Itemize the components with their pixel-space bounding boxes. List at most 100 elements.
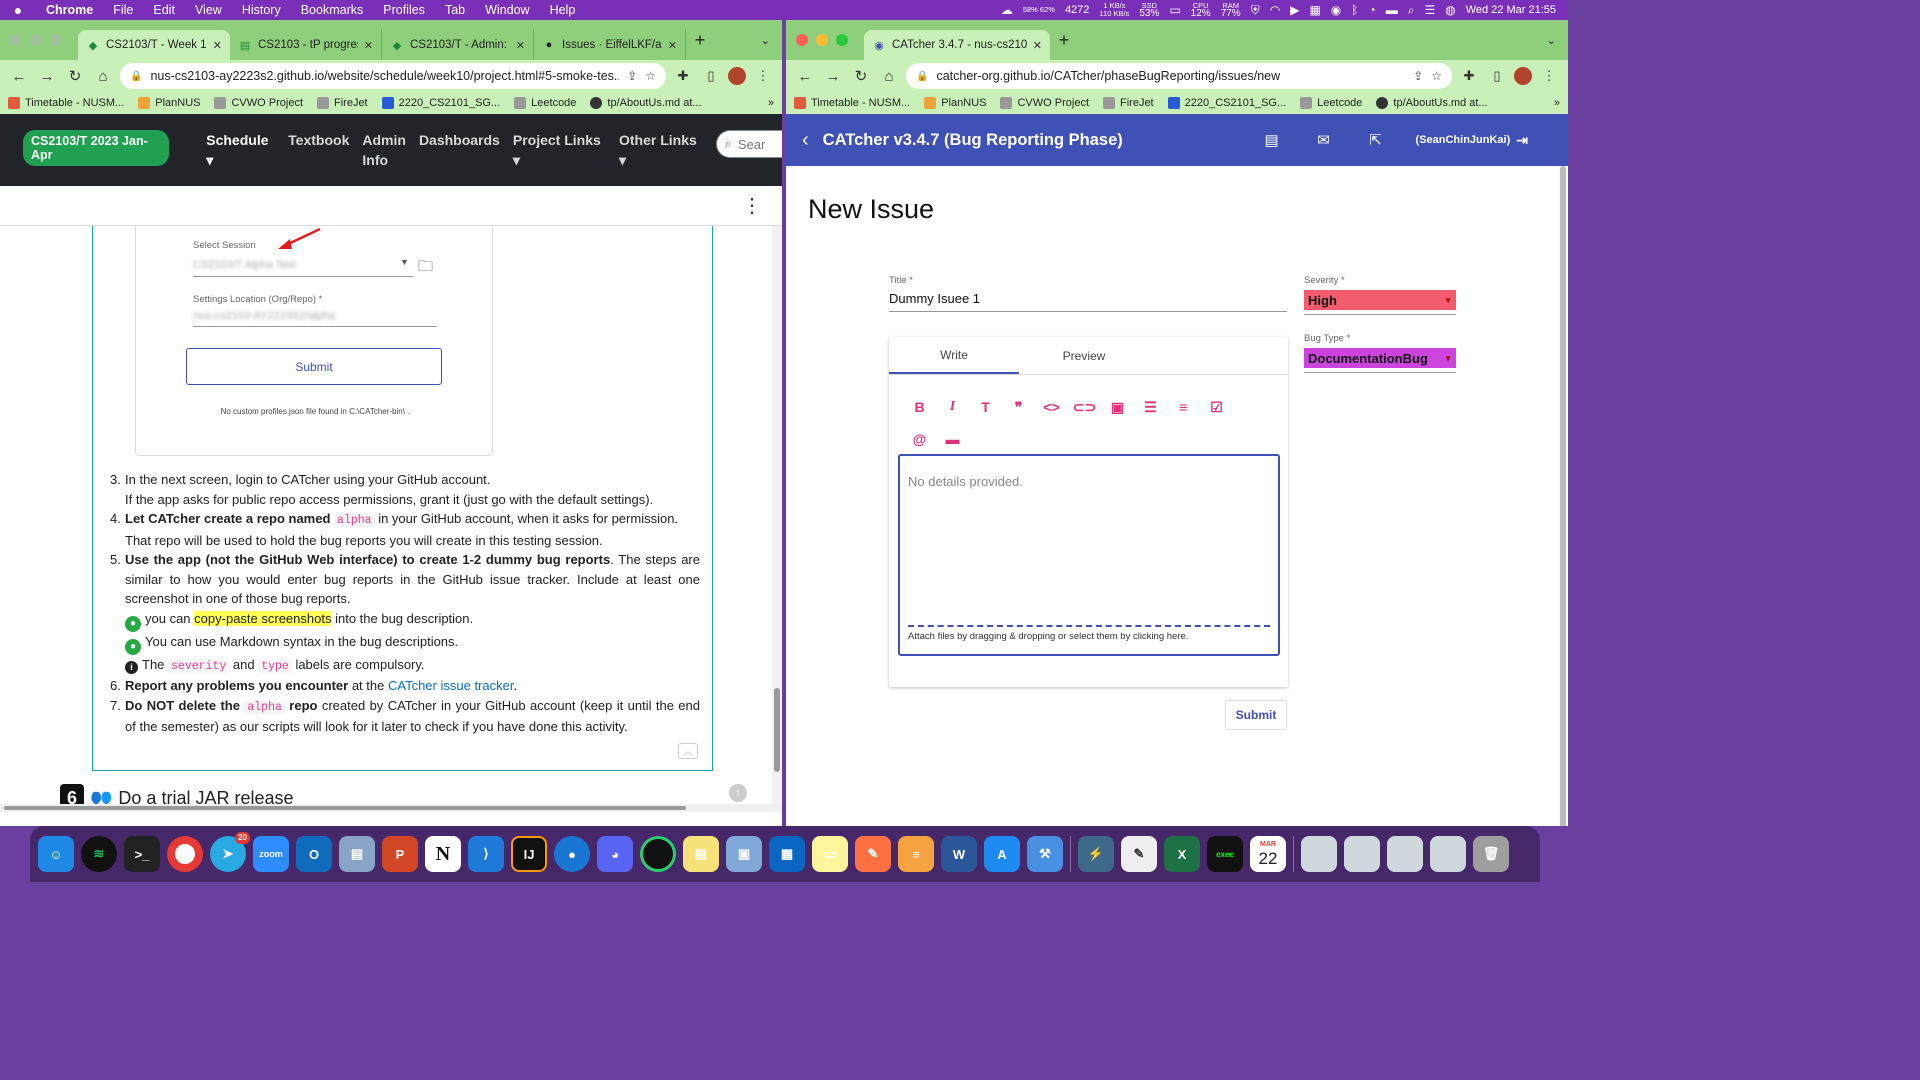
logout-user-button[interactable]: (SeanChinJunKai) ⇥ [1416,132,1528,149]
cpu-stat[interactable]: CPU 12% [1191,2,1211,19]
shield-icon[interactable]: ⛨ [1251,3,1260,18]
minimized-window-icon[interactable] [1301,836,1337,872]
home-icon[interactable]: ⌂ [92,68,114,85]
excel-icon[interactable]: X [1164,836,1200,872]
wifi-icon[interactable]: ◔ [1368,3,1375,17]
bluetooth-icon[interactable]: ᛒ [1351,3,1358,17]
address-bar[interactable]: 🔒 catcher-org.github.io/CATcher/phaseBug… [906,63,1452,89]
menu-bookmarks[interactable]: Bookmarks [291,3,374,17]
chevron-down-icon[interactable]: ⌄ [761,34,782,47]
back-arrow-icon[interactable]: ← [8,68,30,85]
zoom-icon[interactable]: zoom [253,836,289,872]
minimized-window-icon[interactable] [1430,836,1466,872]
tab-issues[interactable]: ● Issues · EiffelLKF/alp ✕ [534,30,686,60]
close-window-button[interactable] [10,34,22,46]
more-menu-icon[interactable]: ⋮ [1538,68,1560,84]
search-icon[interactable]: ⌕ [1408,3,1415,18]
site-badge[interactable]: CS2103/T 2023 Jan-Apr [23,130,170,166]
folder-icon[interactable]: 🗀 [418,256,433,281]
bookmark-item[interactable]: 2220_CS2101_SG... [1167,97,1286,109]
session-submit-button[interactable]: Submit [186,348,442,385]
discord-icon[interactable]: ◕ [597,836,633,872]
bookmark-item[interactable]: FireJet [317,97,368,109]
dropdown-arrow-icon[interactable]: ▼ [400,257,409,267]
open-external-icon[interactable]: ⇱ [1366,130,1386,150]
bookmarks-overflow-icon[interactable]: » [768,97,774,109]
apple-menu-icon[interactable]: ● [0,2,36,18]
reload-icon[interactable]: ↻ [64,67,86,85]
vertical-scrollbar[interactable] [1558,166,1568,826]
play-icon[interactable]: ▶ [1290,3,1299,17]
sidebar-icon[interactable]: ▯ [1486,68,1508,84]
menu-chrome[interactable]: Chrome [36,3,103,17]
share-icon[interactable]: ⇪ [1413,69,1423,83]
close-tab-icon[interactable]: ✕ [213,39,222,52]
profile-avatar[interactable] [1514,67,1532,85]
vertical-scrollbar[interactable] [772,226,782,812]
saved-reply-icon[interactable]: ▬ [936,423,969,455]
close-tab-icon[interactable]: ✕ [668,39,677,52]
description-textarea[interactable]: No details provided. Attach files by dra… [898,454,1280,656]
minimize-window-button[interactable] [816,34,828,46]
kebab-icon[interactable]: ⋮ [742,193,762,218]
calendar-icon[interactable]: MAR 22 [1250,836,1286,872]
terminal-icon[interactable]: >_ [124,836,160,872]
menu-tab[interactable]: Tab [435,3,475,17]
battery-level-icon[interactable]: ▬ [1386,3,1398,17]
close-tab-icon[interactable]: ✕ [1033,39,1042,52]
xcode-icon[interactable]: ⚒ [1027,836,1063,872]
image-icon[interactable]: ▣ [1101,391,1134,423]
numbered-list-icon[interactable]: ≡ [1167,391,1200,423]
bookmark-item[interactable]: FireJet [1103,97,1154,109]
chrome-icon[interactable] [167,836,203,872]
forward-arrow-icon[interactable]: → [36,68,58,85]
bookmark-item[interactable]: tp/AboutUs.md at... [590,97,702,109]
forward-arrow-icon[interactable]: → [822,68,844,85]
bookmark-item[interactable]: Leetcode [1300,97,1362,109]
more-menu-icon[interactable]: ⋮ [752,68,774,84]
preview-icon[interactable]: ▤ [339,836,375,872]
headphones-icon[interactable]: ◠ [1270,3,1280,17]
bookmark-star-icon[interactable]: ☆ [1431,69,1442,83]
minimized-window-icon[interactable] [1387,836,1423,872]
zoom-window-button[interactable] [50,34,62,46]
mention-icon[interactable]: @ [903,423,936,455]
sublime-icon[interactable]: ≡ [898,836,934,872]
menu-history[interactable]: History [232,3,291,17]
code-icon[interactable]: <> [1035,391,1068,423]
control-center-icon[interactable]: ☰ [1424,3,1435,17]
bookmark-item[interactable]: Timetable - NUSM... [8,97,124,109]
spotify-icon[interactable]: ≋ [81,836,117,872]
address-bar[interactable]: 🔒 nus-cs2103-ay2223s2.github.io/website/… [120,63,666,89]
tab-catcher[interactable]: ◉ CATcher 3.4.7 - nus-cs2103-A ✕ [864,30,1050,60]
mail-icon[interactable]: ✉ [1314,130,1334,150]
chevron-down-icon[interactable]: ⌄ [1547,34,1568,47]
textedit-icon[interactable]: ✎ [1121,836,1157,872]
notes-icon[interactable]: ▤ [683,836,719,872]
bugtype-select[interactable]: DocumentationBug ▼ [1304,348,1456,368]
minimize-window-button[interactable] [30,34,42,46]
outlook-icon[interactable]: O [296,836,332,872]
vscode-icon[interactable]: ⟩ [468,836,504,872]
mysql-workbench-icon[interactable]: ⚡ [1078,836,1114,872]
tab-admin[interactable]: ◆ CS2103/T - Admin: W ✕ [382,30,534,60]
nav-project-links[interactable]: Project Links ▾ [513,130,606,170]
close-window-button[interactable] [796,34,808,46]
trash-icon[interactable]: 🗑 [1473,836,1509,872]
close-tab-icon[interactable]: ✕ [516,39,525,52]
intellij-icon[interactable]: IJ [511,836,547,872]
tab-preview[interactable]: Preview [1019,337,1149,374]
nav-other-links[interactable]: Other Links ▾ [619,130,703,170]
ram-stat[interactable]: RAM 77% [1221,2,1241,19]
bookmark-item[interactable]: CVWO Project [214,97,303,109]
home-icon[interactable]: ⌂ [878,68,900,85]
finder-icon[interactable]: ☺ [38,836,74,872]
app-store-icon[interactable]: A [984,836,1020,872]
menu-datetime[interactable]: Wed 22 Mar 21:55 [1466,4,1556,16]
tab-tp-progress[interactable]: ▤ CS2103 - tP progress ✕ [230,30,382,60]
task-list-icon[interactable]: ☑ [1200,391,1233,423]
siri-icon[interactable]: ◍ [1445,3,1455,17]
bookmark-item[interactable]: CVWO Project [1000,97,1089,109]
chevron-left-icon[interactable]: ‹ [802,129,809,152]
settings-location-value[interactable]: nus-cs2103-AY2223S2/alpha [193,310,335,322]
